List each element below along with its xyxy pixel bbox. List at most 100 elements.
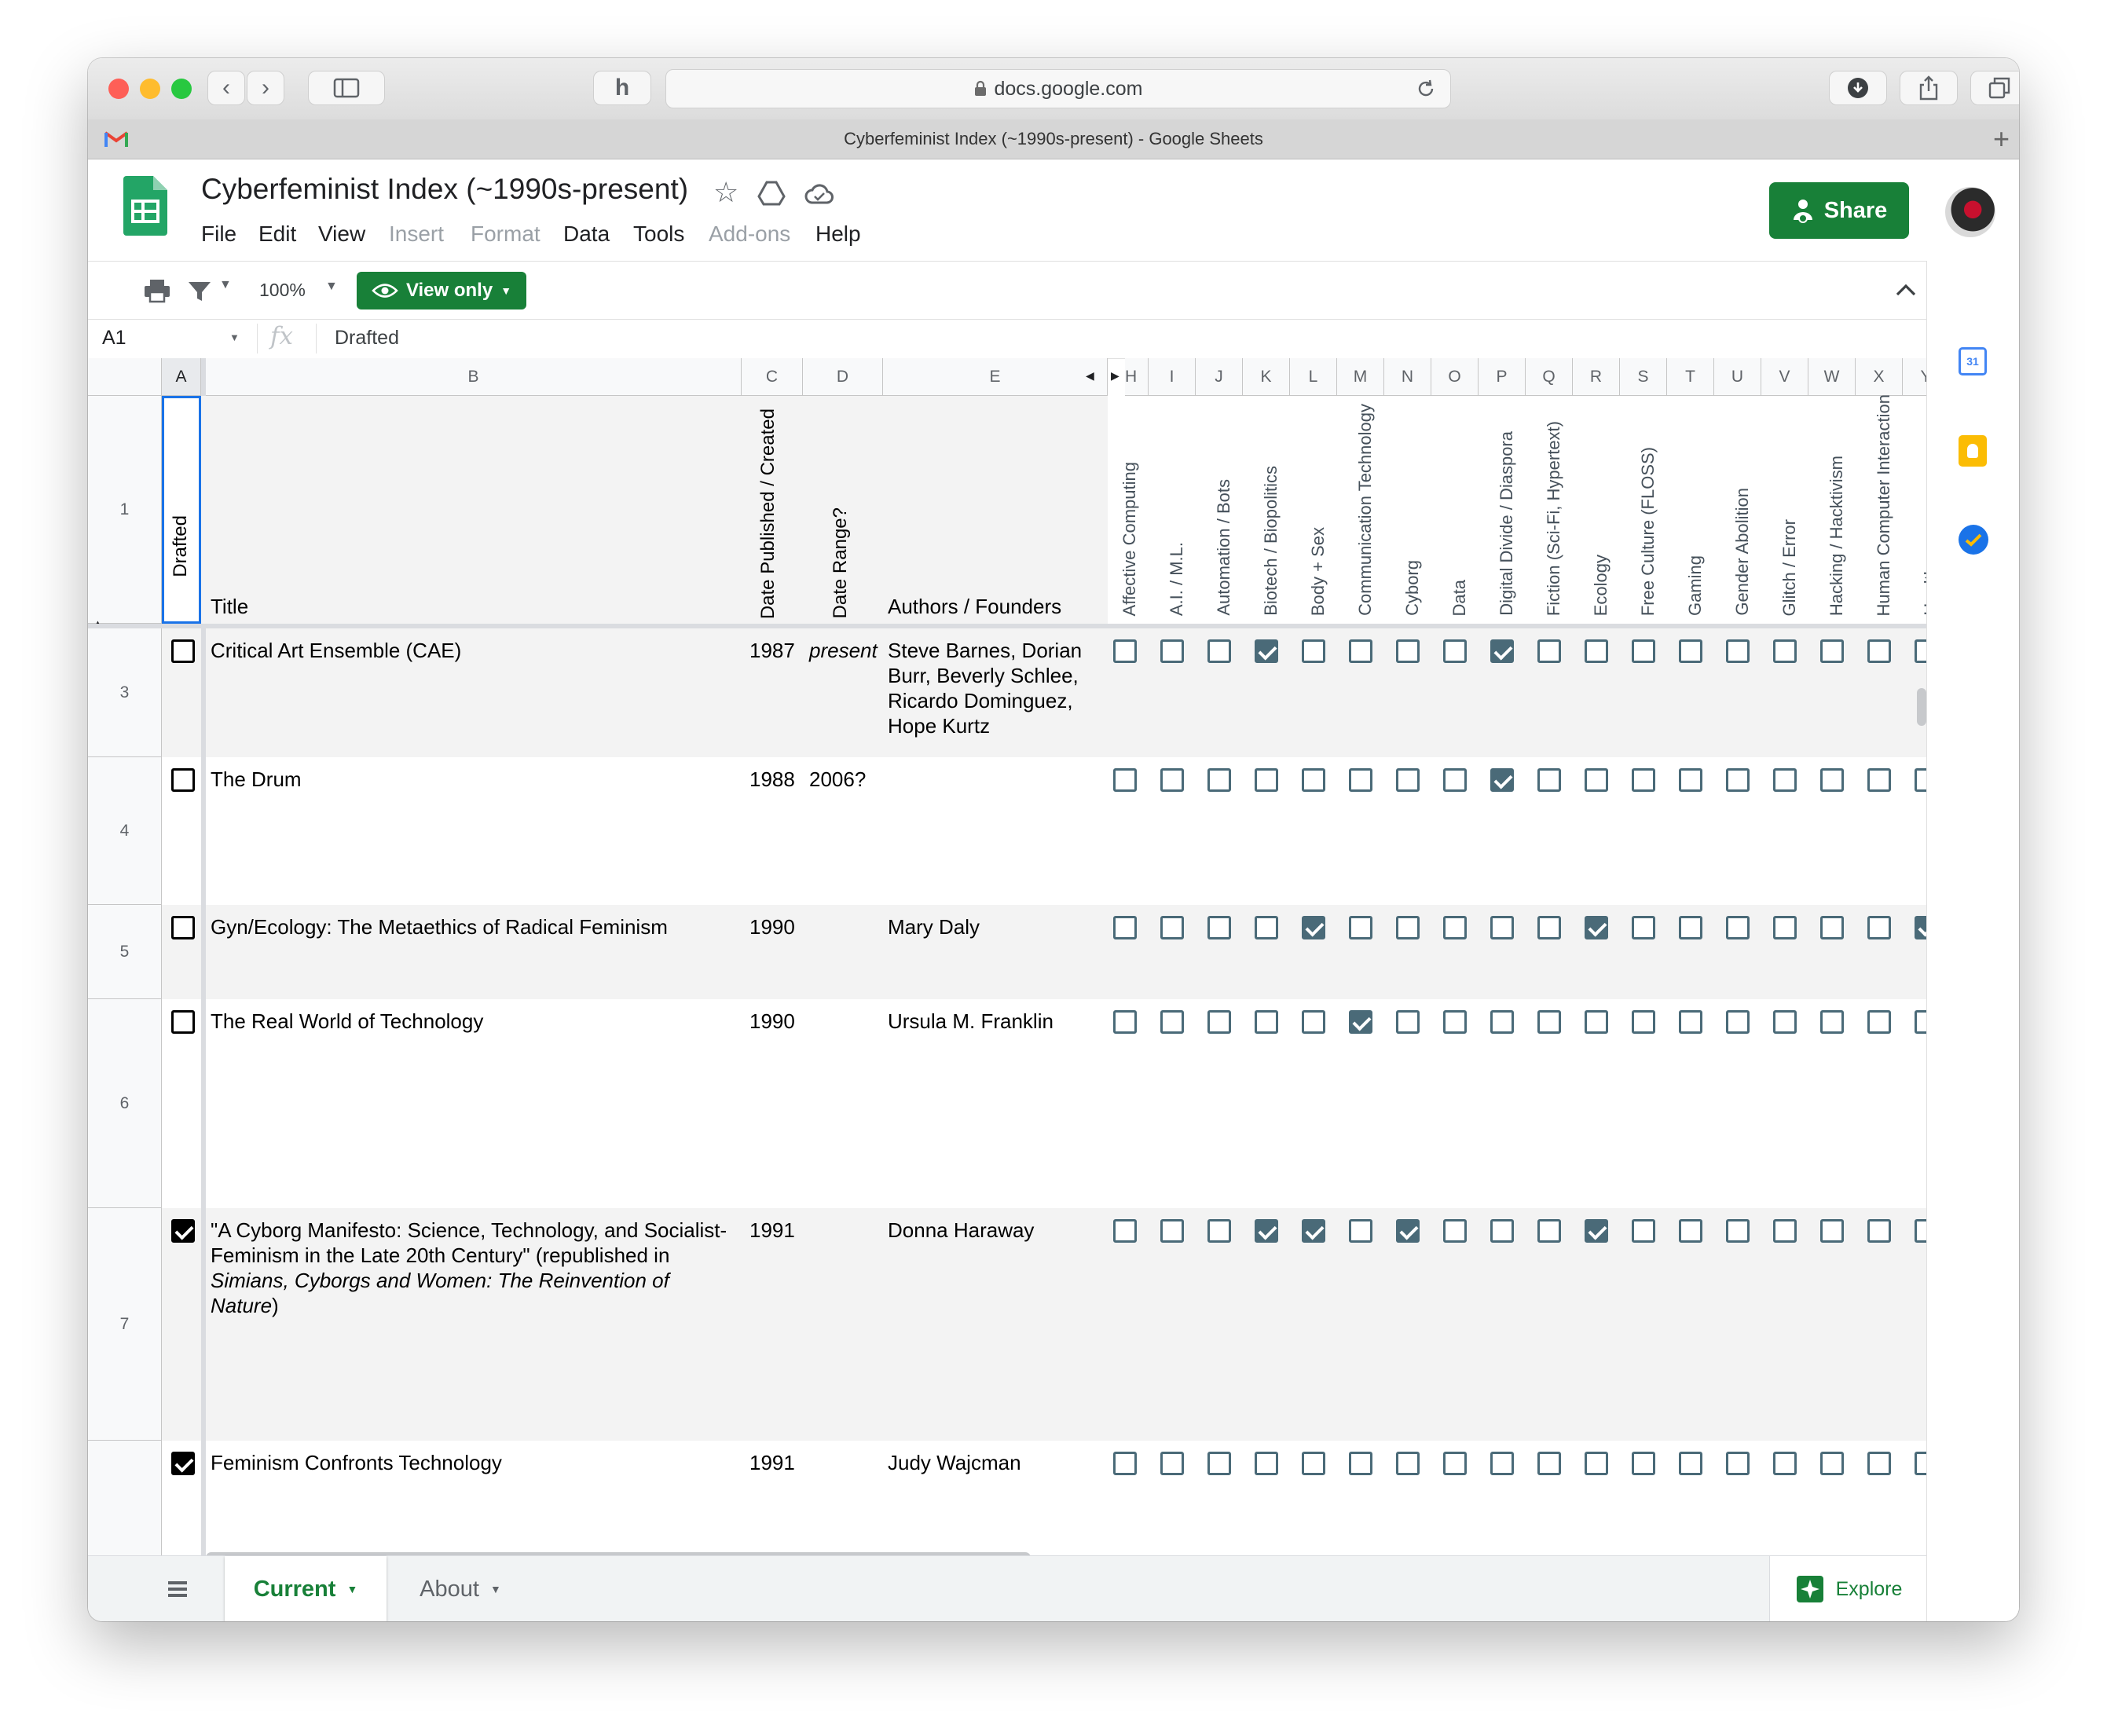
tag-checkbox-gaming[interactable] [1679, 1452, 1702, 1475]
tag-checkbox-biotech-biopolitics[interactable] [1255, 639, 1278, 663]
tag-checkbox-human-computer-interaction[interactable] [1867, 1010, 1891, 1034]
tag-checkbox-health[interactable] [1915, 1010, 1926, 1034]
date-cell[interactable]: 1988 [749, 767, 795, 792]
title-cell[interactable]: The Real World of Technology [211, 1009, 737, 1034]
document-title[interactable]: Cyberfeminist Index (~1990s-present) [201, 173, 688, 206]
tag-checkbox-digital-divide-diaspora[interactable] [1490, 1452, 1514, 1475]
tag-checkbox-automation-bots[interactable] [1207, 1219, 1231, 1243]
drafted-checkbox[interactable] [171, 916, 195, 939]
tag-checkbox-free-culture[interactable] [1632, 916, 1655, 939]
tag-checkbox-ecology[interactable] [1585, 916, 1608, 939]
tag-checkbox-biotech-biopolitics[interactable] [1255, 1219, 1278, 1243]
row-header[interactable]: 5 [88, 905, 162, 999]
tag-checkbox-body-sex[interactable] [1302, 1452, 1325, 1475]
move-to-drive-icon[interactable] [757, 181, 786, 206]
tag-checkbox-health[interactable] [1915, 1452, 1926, 1475]
tag-checkbox-fiction[interactable] [1537, 639, 1561, 663]
all-sheets-icon[interactable] [167, 1580, 189, 1599]
column-header-d[interactable]: D [803, 358, 883, 396]
tag-checkbox-ai-ml[interactable] [1160, 1452, 1184, 1475]
tag-checkbox-digital-divide-diaspora[interactable] [1490, 768, 1514, 792]
tag-checkbox-body-sex[interactable] [1302, 639, 1325, 663]
tag-checkbox-body-sex[interactable] [1302, 1219, 1325, 1243]
tag-checkbox-body-sex[interactable] [1302, 916, 1325, 939]
tag-checkbox-health[interactable] [1915, 768, 1926, 792]
date-cell[interactable]: 1990 [749, 914, 795, 939]
tag-checkbox-data[interactable] [1443, 768, 1467, 792]
column-header-r[interactable]: R [1573, 358, 1620, 396]
tag-checkbox-fiction[interactable] [1537, 1452, 1561, 1475]
drafted-checkbox[interactable] [171, 1452, 195, 1475]
row-header-1[interactable]: 1 [88, 396, 162, 624]
tag-checkbox-hacking-hacktivism[interactable] [1820, 916, 1844, 939]
tag-checkbox-gender-abolition[interactable] [1726, 916, 1750, 939]
tag-checkbox-fiction[interactable] [1537, 1219, 1561, 1243]
menu-tools[interactable]: Tools [633, 222, 684, 247]
tag-checkbox-automation-bots[interactable] [1207, 768, 1231, 792]
tag-checkbox-automation-bots[interactable] [1207, 639, 1231, 663]
vertical-scrollbar[interactable] [1917, 688, 1926, 726]
tag-checkbox-data[interactable] [1443, 916, 1467, 939]
tag-checkbox-health[interactable] [1915, 1219, 1926, 1243]
downloads-button[interactable] [1829, 71, 1887, 105]
tag-checkbox-ecology[interactable] [1585, 1219, 1608, 1243]
tag-checkbox-glitch-error[interactable] [1773, 768, 1797, 792]
tag-checkbox-cyborg[interactable] [1396, 1219, 1420, 1243]
tag-checkbox-communication-technology[interactable] [1349, 639, 1372, 663]
authors-cell[interactable]: Donna Haraway [888, 1218, 1100, 1243]
tag-checkbox-digital-divide-diaspora[interactable] [1490, 1010, 1514, 1034]
sheet-tab-about[interactable]: About ▼ [390, 1556, 531, 1621]
tag-checkbox-human-computer-interaction[interactable] [1867, 768, 1891, 792]
print-icon[interactable] [143, 278, 171, 303]
name-box-dropdown-icon[interactable]: ▼ [229, 331, 240, 343]
row-header[interactable]: 6 [88, 999, 162, 1208]
sheets-logo-icon[interactable] [123, 176, 167, 236]
tag-checkbox-free-culture[interactable] [1632, 768, 1655, 792]
sheet-tab-current[interactable]: Current ▼ [225, 1556, 387, 1621]
column-header-i[interactable]: I [1149, 358, 1196, 396]
column-header-h[interactable]: H [1125, 358, 1149, 396]
tag-checkbox-gender-abolition[interactable] [1726, 768, 1750, 792]
tag-checkbox-affective-computing[interactable] [1113, 768, 1137, 792]
column-header-c[interactable]: C [742, 358, 803, 396]
selected-cell-a1[interactable] [162, 396, 201, 624]
tag-checkbox-gaming[interactable] [1679, 768, 1702, 792]
forward-button[interactable]: › [247, 71, 284, 105]
menu-view[interactable]: View [318, 222, 365, 247]
tag-checkbox-cyborg[interactable] [1396, 768, 1420, 792]
hidden-columns-left-arrow[interactable]: ◀ [1086, 369, 1094, 383]
column-header-k[interactable]: K [1243, 358, 1290, 396]
tag-checkbox-free-culture[interactable] [1632, 1010, 1655, 1034]
tag-checkbox-cyborg[interactable] [1396, 1010, 1420, 1034]
date-cell[interactable]: 1991 [749, 1218, 795, 1243]
tag-checkbox-gaming[interactable] [1679, 1219, 1702, 1243]
column-header-q[interactable]: Q [1526, 358, 1573, 396]
tag-checkbox-affective-computing[interactable] [1113, 1219, 1137, 1243]
tag-checkbox-fiction[interactable] [1537, 768, 1561, 792]
extension-button[interactable]: h [593, 71, 651, 105]
title-cell[interactable]: The Drum [211, 767, 737, 792]
title-cell[interactable]: Feminism Confronts Technology [211, 1450, 737, 1475]
authors-cell[interactable]: Steve Barnes, Dorian Burr, Beverly Schle… [888, 638, 1100, 738]
tag-checkbox-communication-technology[interactable] [1349, 1452, 1372, 1475]
share-button[interactable]: Share [1769, 182, 1909, 239]
authors-cell[interactable]: Mary Daly [888, 914, 1100, 939]
tag-checkbox-affective-computing[interactable] [1113, 1010, 1137, 1034]
tag-checkbox-human-computer-interaction[interactable] [1867, 1452, 1891, 1475]
menu-help[interactable]: Help [815, 222, 861, 247]
date-range-cell[interactable]: 2006? [809, 767, 866, 792]
tag-checkbox-cyborg[interactable] [1396, 916, 1420, 939]
menu-file[interactable]: File [201, 222, 236, 247]
tag-checkbox-glitch-error[interactable] [1773, 916, 1797, 939]
collapse-menus-icon[interactable] [1895, 283, 1917, 297]
tag-checkbox-biotech-biopolitics[interactable] [1255, 1452, 1278, 1475]
date-cell[interactable]: 1987 [749, 638, 795, 663]
tag-checkbox-glitch-error[interactable] [1773, 639, 1797, 663]
column-header-e[interactable]: E [883, 358, 1108, 396]
tag-checkbox-hacking-hacktivism[interactable] [1820, 1219, 1844, 1243]
date-cell[interactable]: 1990 [749, 1009, 795, 1034]
tag-checkbox-ai-ml[interactable] [1160, 1010, 1184, 1034]
tag-checkbox-body-sex[interactable] [1302, 768, 1325, 792]
explore-button[interactable]: Explore [1769, 1556, 1927, 1621]
zoom-window-button[interactable] [171, 79, 192, 99]
